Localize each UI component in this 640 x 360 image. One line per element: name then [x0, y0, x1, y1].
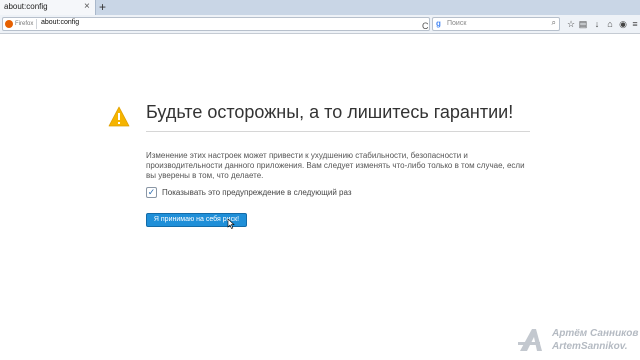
- search-bar[interactable]: g Поиск ⌕: [432, 17, 560, 31]
- navigation-toolbar: Firefox about:config C g Поиск ⌕ ☆ ▤ ↓ ⌂…: [0, 15, 640, 34]
- tab-strip: about:config × +: [0, 0, 640, 15]
- search-icon[interactable]: ⌕: [552, 18, 556, 28]
- tab-about-config[interactable]: about:config ×: [0, 0, 96, 15]
- show-warning-label[interactable]: Показывать это предупреждение в следующи…: [162, 188, 351, 197]
- warning-description: Изменение этих настроек может привести к…: [146, 151, 525, 180]
- library-icon[interactable]: ▤: [576, 18, 590, 30]
- watermark-logo: [518, 329, 542, 351]
- show-warning-checkbox[interactable]: ✓: [146, 187, 157, 198]
- home-icon[interactable]: ⌂: [603, 18, 617, 30]
- tab-close-icon[interactable]: ×: [84, 1, 90, 13]
- search-input[interactable]: Поиск: [447, 20, 466, 27]
- url-bar[interactable]: Firefox about:config C: [2, 17, 430, 31]
- identity-box[interactable]: Firefox: [5, 19, 38, 29]
- menu-icon[interactable]: ≡: [628, 18, 640, 30]
- watermark-author: Артём Санников: [552, 328, 639, 339]
- checkmark-icon: ✓: [147, 187, 156, 197]
- warning-icon: [108, 106, 130, 127]
- url-text[interactable]: about:config: [41, 19, 79, 26]
- firefox-icon: [5, 20, 13, 28]
- identity-label: Firefox: [15, 21, 34, 27]
- watermark-site: ArtemSannikov.: [552, 341, 628, 352]
- page-title: Будьте осторожны, а то лишитесь гарантии…: [146, 102, 514, 122]
- google-icon: g: [436, 19, 441, 28]
- tab-title: about:config: [4, 2, 48, 11]
- download-icon[interactable]: ↓: [590, 18, 604, 30]
- new-tab-button[interactable]: +: [99, 0, 106, 15]
- title-divider: [146, 131, 530, 132]
- mouse-cursor-icon: [227, 219, 235, 229]
- reload-icon[interactable]: C: [422, 20, 429, 32]
